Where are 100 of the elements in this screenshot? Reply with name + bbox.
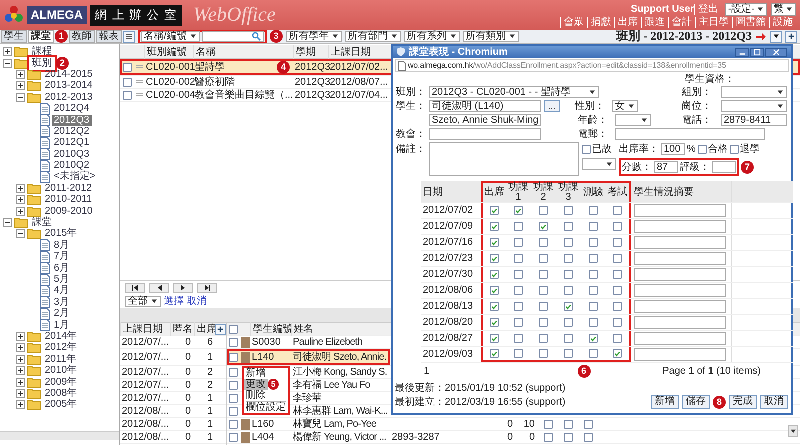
dialog-button[interactable]: 儲存 [682, 395, 710, 409]
language-select[interactable]: 繁 [771, 2, 796, 16]
expand-icon[interactable] [16, 332, 25, 341]
tree-item[interactable]: 課堂 [30, 217, 54, 228]
checkbox[interactable] [490, 222, 499, 231]
expand-icon[interactable] [16, 195, 25, 204]
summary-field[interactable] [634, 252, 726, 265]
minimize-button[interactable] [735, 48, 749, 56]
checkbox[interactable] [564, 334, 573, 343]
checkbox[interactable] [539, 302, 548, 311]
nav-link[interactable]: 主日學 [695, 16, 732, 28]
checkbox[interactable] [539, 222, 548, 231]
tree-item[interactable]: 2014年 [43, 330, 80, 342]
expand-icon[interactable] [16, 184, 25, 193]
summary-field[interactable] [634, 316, 726, 329]
scroll-down-button[interactable] [788, 425, 798, 437]
horizontal-scrollbar[interactable] [0, 431, 119, 440]
tree-item[interactable]: 2011-2012 [43, 182, 94, 194]
filter-select[interactable]: 所有部門 [344, 31, 401, 42]
toolbar-button[interactable] [123, 30, 135, 42]
search-field[interactable] [202, 31, 264, 42]
gender-select[interactable]: 女 [612, 100, 638, 112]
dialog-button[interactable]: 完成 [729, 395, 757, 409]
checkbox[interactable] [122, 62, 132, 72]
checkbox[interactable] [229, 368, 238, 376]
expand-icon[interactable] [16, 378, 25, 387]
checkbox[interactable] [589, 238, 598, 247]
checkbox[interactable] [490, 238, 499, 247]
menu-item[interactable]: 更改 [244, 379, 268, 390]
class-select[interactable]: 2012Q3 - CL020-001 - - 聖詩學 [429, 86, 599, 98]
checkbox[interactable] [490, 206, 499, 215]
nav-link[interactable]: 出席 [614, 16, 641, 28]
tab[interactable]: 學生 [1, 30, 27, 43]
expand-icon[interactable] [16, 366, 25, 376]
checkbox[interactable] [564, 318, 573, 327]
post-select[interactable] [721, 100, 787, 112]
checkbox[interactable] [539, 286, 548, 295]
checkbox[interactable] [589, 302, 598, 311]
checkbox[interactable] [589, 222, 598, 231]
checkbox[interactable] [514, 349, 523, 358]
tree-item[interactable]: 2010-2011 [43, 194, 94, 206]
checkbox[interactable] [539, 334, 548, 343]
tree-item[interactable]: 2014-2015 [43, 68, 95, 80]
checkbox[interactable] [514, 302, 523, 311]
english-name-field[interactable]: Szeto, Annie Shuk-Ming [429, 114, 541, 126]
tree-item[interactable]: 2009年 [43, 376, 80, 388]
tree-item[interactable]: 2012Q2 [52, 126, 92, 137]
tree-item[interactable]: 班別 [30, 58, 54, 69]
tree-item[interactable]: 4月 [52, 285, 72, 296]
checkbox[interactable] [539, 238, 548, 247]
checkbox[interactable] [229, 432, 238, 442]
summary-field[interactable] [634, 220, 726, 233]
summary-field[interactable] [634, 300, 726, 313]
collapse-icon[interactable] [3, 218, 12, 228]
checkbox[interactable] [589, 318, 598, 327]
expand-icon[interactable] [16, 388, 25, 398]
add-column-button[interactable] [215, 324, 226, 334]
menu-item[interactable]: 新增 [244, 368, 268, 379]
expand-icon[interactable] [16, 400, 25, 410]
checkbox[interactable] [613, 318, 622, 327]
tree-item[interactable]: 8月 [52, 240, 72, 251]
phone-field[interactable]: 2879-8411 [721, 114, 787, 126]
menu-item[interactable]: 欄位設定 [244, 402, 288, 413]
nav-link[interactable]: 捐獻 [587, 16, 614, 28]
checkbox[interactable] [229, 406, 238, 416]
checkbox[interactable] [514, 254, 523, 263]
checkbox[interactable] [730, 144, 739, 154]
checkbox[interactable] [539, 349, 548, 358]
search-type-select[interactable]: 名稱/編號 [141, 31, 200, 42]
checkbox[interactable] [490, 270, 499, 279]
link[interactable]: 選擇 [164, 294, 184, 308]
checkbox[interactable] [229, 394, 238, 402]
attendance-field[interactable]: 100 [661, 143, 685, 155]
tree-item[interactable]: 2011年 [43, 354, 79, 365]
column-header[interactable]: 匿名 [170, 322, 194, 336]
checkbox[interactable] [544, 432, 552, 442]
checkbox[interactable] [514, 238, 523, 247]
next-page-button[interactable] [173, 282, 193, 292]
summary-field[interactable] [634, 332, 726, 345]
checkbox[interactable] [539, 254, 548, 263]
filter-select[interactable]: 全部 [125, 296, 161, 306]
tree-item[interactable]: 2012Q1 [52, 137, 92, 148]
close-button[interactable] [765, 48, 787, 56]
checkbox[interactable] [564, 286, 573, 295]
checkbox[interactable] [564, 254, 573, 263]
nav-link[interactable]: 圖書館 [732, 16, 769, 28]
checkbox[interactable] [589, 286, 598, 295]
expand-icon[interactable] [16, 206, 25, 216]
link[interactable]: 取消 [187, 294, 207, 308]
tab[interactable]: 課堂 [28, 30, 54, 43]
filter-select[interactable]: 所有學年 [286, 31, 342, 42]
tree-item[interactable]: 5月 [52, 274, 72, 285]
checkbox[interactable] [564, 206, 573, 215]
tree-item[interactable]: 7月 [52, 251, 72, 262]
tree-item[interactable]: 2015年 [43, 228, 80, 240]
tree-item[interactable]: 2010Q2 [52, 160, 92, 172]
summary-field[interactable] [634, 284, 726, 297]
nav-link[interactable]: 設施 [769, 16, 796, 28]
settings-select[interactable]: -設定- [725, 2, 767, 16]
tree-item[interactable]: 2013-2014 [43, 80, 95, 92]
